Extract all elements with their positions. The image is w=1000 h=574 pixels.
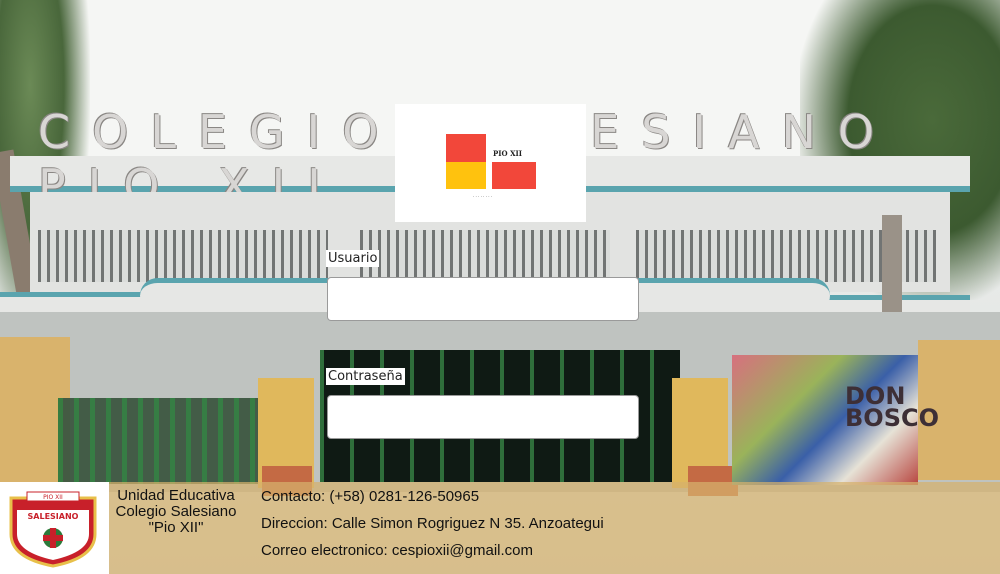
mural-text: DON BOSCO [845, 382, 939, 432]
school-name-line3: "Pio XII" [148, 519, 204, 536]
username-label: Usuario [326, 250, 380, 267]
gate-left [58, 398, 263, 484]
crest-banner: PIO XII [43, 494, 63, 501]
username-input[interactable] [327, 277, 639, 321]
contact-email: Correo electronico: cespioxii@gmail.com [261, 542, 533, 559]
contact-address: Direccion: Calle Simon Rogriguez N 35. A… [261, 515, 604, 532]
lattice-left [38, 230, 328, 282]
school-logo: PIO XII · · · · · · · · [395, 104, 586, 222]
crest-text: SALESIANO [28, 512, 79, 521]
footer: PIO XII SALESIANO Unidad Educativa Coleg… [0, 482, 1000, 574]
school-name-line2: Colegio Salesiano [115, 503, 237, 520]
lattice-center [360, 230, 610, 282]
logo-wordmark: PIO XII [493, 149, 523, 158]
logo-red-square-right [492, 162, 536, 189]
contact-phone: Contacto: (+58) 0281-126-50965 [261, 488, 480, 505]
school-name: Unidad Educativa Colegio Salesiano "Pio … [110, 488, 242, 536]
logo-tagline: · · · · · · · · [473, 194, 493, 199]
logo-yellow-square [446, 162, 486, 189]
salesiano-crest-icon: PIO XII SALESIANO [9, 491, 97, 568]
school-name-line1: Unidad Educativa [117, 487, 235, 504]
footer-crest-box: PIO XII SALESIANO [0, 482, 109, 574]
password-input[interactable] [327, 395, 639, 439]
logo-red-square-top [446, 134, 486, 163]
password-label: Contraseña [326, 368, 405, 385]
